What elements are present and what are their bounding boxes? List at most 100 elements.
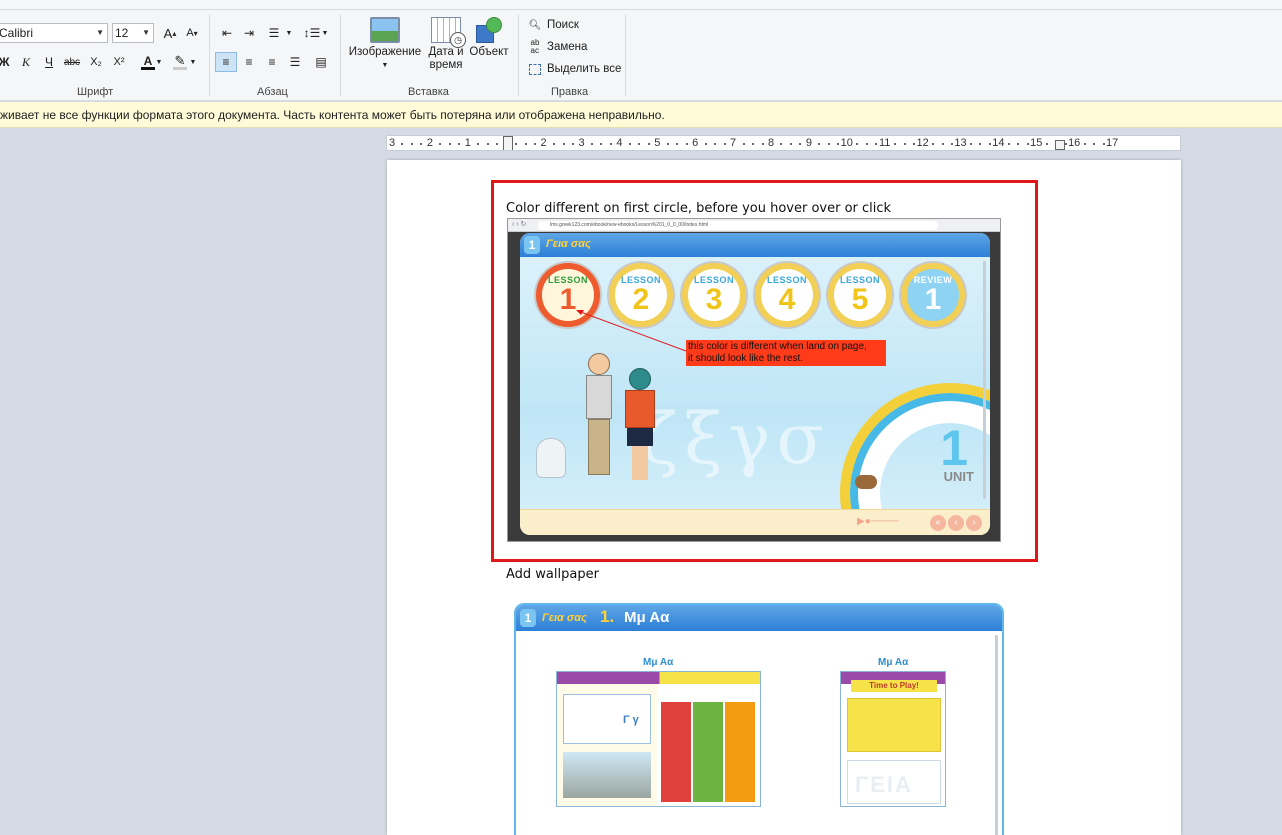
ruler-tick (685, 143, 688, 145)
ruler-tick (818, 143, 821, 145)
ebook-header: 1 Γεια σας 1. Μμ Αα (516, 605, 1002, 631)
browser-toolbar: ‹ › ↻ lms.greek123.com/ebook/new-ebooks/… (508, 219, 1000, 232)
edit-group-label: Правка (551, 86, 589, 98)
ruler-tick (780, 143, 783, 145)
ruler-tick (752, 143, 755, 145)
right-indent-marker[interactable] (1055, 140, 1065, 150)
ruler-mark: 1 (464, 137, 471, 149)
grow-font-button[interactable]: A ▴ (160, 23, 180, 43)
ruler-tick (666, 143, 669, 145)
subscript-button[interactable]: X₂ (86, 52, 106, 72)
replace-icon: ab ac (530, 38, 540, 55)
find-label: Поиск (547, 19, 579, 31)
ruler-tick (448, 143, 451, 145)
justify-icon[interactable]: ☰ (285, 52, 305, 72)
caption-color-issue: Color different on first circle, before … (506, 201, 892, 216)
select-all-label: Выделить все (547, 63, 622, 75)
ruler-tick (553, 143, 556, 145)
group-divider (209, 14, 210, 96)
ruler-tick (988, 143, 991, 145)
ruler-tick (875, 143, 878, 145)
select-all-button[interactable]: Выделить все (527, 60, 621, 78)
ruler-tick (638, 143, 641, 145)
font-group-label: Шрифт (77, 86, 114, 98)
chevron-down-icon: ▼ (381, 62, 389, 69)
ruler-tick (979, 143, 982, 145)
ruler-tick (524, 143, 527, 145)
bullet-list-icon[interactable]: ☰ (264, 23, 284, 43)
warning-text: живает не все функции формата этого доку… (0, 108, 665, 122)
scrollbar[interactable] (995, 635, 998, 835)
chevron-down-icon: ▼ (142, 28, 150, 37)
align-right-icon[interactable]: ≡ (262, 52, 282, 72)
ruler-mark: 17 (1105, 137, 1119, 149)
insert-datetime-button[interactable]: ◷ Дата и время (424, 17, 468, 72)
horizontal-ruler[interactable]: 3211234567891011121314151617 (386, 135, 1181, 151)
forward-arrow-icon[interactable]: › (966, 515, 982, 531)
ruler-tick (894, 143, 897, 145)
compatibility-warning-bar: живает не все функции формата этого доку… (0, 102, 1282, 128)
home-icon[interactable]: « (930, 515, 946, 531)
font-name-combo[interactable]: Calibri ▼ (0, 23, 108, 43)
replace-label: Замена (547, 41, 588, 53)
ruler-tick (799, 143, 802, 145)
screenshot-lesson-menu: ‹ › ↻ lms.greek123.com/ebook/new-ebooks/… (507, 218, 1001, 542)
find-button[interactable]: 🔍︎ Поиск (527, 16, 579, 34)
italic-button[interactable]: К (16, 52, 36, 72)
align-left-icon[interactable]: ≡ (215, 52, 237, 72)
strikethrough-button[interactable]: abc (62, 52, 82, 72)
datetime-label-line1: Дата и (428, 46, 464, 58)
chevron-down-icon[interactable]: ▼ (284, 23, 294, 43)
align-center-icon[interactable]: ≡ (239, 52, 259, 72)
underline-button[interactable]: Ч (39, 52, 59, 72)
ruler-tick (1007, 143, 1010, 145)
back-arrow-icon[interactable]: ‹ (948, 515, 964, 531)
ruler-tick (723, 143, 726, 145)
note-line-2: it should look like the rest. (688, 353, 804, 364)
ruler-tick (951, 143, 954, 145)
chevron-down-icon[interactable]: ▼ (154, 52, 164, 72)
ruler-tick (827, 143, 830, 145)
note-line-1: this color is different when land on pag… (688, 341, 867, 352)
insert-object-button[interactable]: Объект (467, 17, 511, 59)
ruler-mark: 6 (692, 137, 699, 149)
replace-button[interactable]: ab ac Замена (527, 38, 588, 56)
audio-player-icon[interactable]: ▶●──── (857, 516, 903, 528)
thumbnail-2-heading: Time to Play! (851, 680, 937, 692)
chevron-down-icon[interactable]: ▼ (188, 52, 198, 72)
highlight-pen-icon[interactable]: ✎ (170, 52, 190, 72)
picture-icon (370, 17, 400, 43)
ruler-tick (600, 143, 603, 145)
ribbon-top-border (0, 9, 1282, 10)
ruler-mark: 15 (1030, 137, 1043, 149)
group-divider (625, 14, 626, 96)
insert-object-label: Объект (469, 46, 509, 58)
scrollbar[interactable] (983, 261, 986, 499)
line-spacing-icon[interactable]: ↕☰ (302, 23, 322, 43)
datetime-label-line2: время (429, 59, 463, 71)
decrease-indent-icon[interactable]: ⇤ (217, 23, 237, 43)
girl-illustration (620, 368, 660, 483)
bold-button[interactable]: Ж (0, 52, 14, 72)
ruler-tick (761, 143, 764, 145)
superscript-button[interactable]: X² (109, 52, 129, 72)
ruler-tick (1102, 143, 1105, 145)
font-name-value: Calibri (0, 26, 34, 40)
increase-indent-icon[interactable]: ⇥ (239, 23, 259, 43)
document-page[interactable]: Color different on first circle, before … (387, 160, 1181, 835)
ruler-tick (969, 143, 972, 145)
insert-image-button[interactable]: Изображение ▼ (344, 17, 426, 72)
thumbnail-1-letters: Γ γ (623, 714, 639, 726)
left-indent-marker[interactable] (503, 136, 513, 150)
thumbnail-2[interactable]: Time to Play! ΓΕΙΑ (840, 671, 946, 807)
font-size-combo[interactable]: 12 ▼ (112, 23, 154, 43)
chevron-down-icon[interactable]: ▼ (320, 23, 330, 43)
ruler-tick (1083, 143, 1086, 145)
ruler-mark: 11 (878, 137, 891, 149)
shrink-font-button[interactable]: A ▾ (182, 23, 202, 43)
paragraph-settings-icon[interactable]: ▤ (311, 52, 331, 72)
ruler-mark: 5 (654, 137, 661, 149)
ruler-tick (1093, 143, 1096, 145)
thumbnail-1[interactable]: Γ γ (556, 671, 761, 807)
unit-number: 1 (940, 420, 968, 476)
